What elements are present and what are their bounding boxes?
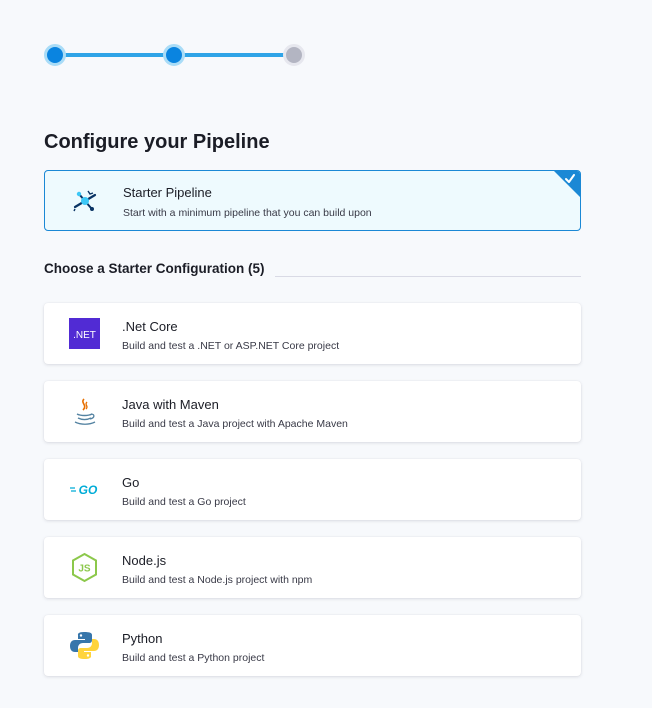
- svg-text:JS: JS: [78, 564, 91, 575]
- config-description: Build and test a Java project with Apach…: [122, 418, 348, 430]
- java-icon: [74, 398, 96, 425]
- dotnet-icon: .NET: [69, 318, 100, 349]
- stepper-line-1: [54, 53, 174, 57]
- config-description: Build and test a .NET or ASP.NET Core pr…: [122, 340, 340, 352]
- config-title: Go: [122, 475, 140, 490]
- starter-pipeline-title: Starter Pipeline: [123, 185, 212, 200]
- config-card-python[interactable]: Python Build and test a Python project: [44, 615, 581, 676]
- python-icon: [70, 632, 99, 659]
- config-card-nodejs[interactable]: JS Node.js Build and test a Node.js proj…: [44, 537, 581, 598]
- config-card-dotnet[interactable]: .NET .Net Core Build and test a .NET or …: [44, 303, 581, 364]
- svg-text:.NET: .NET: [73, 330, 96, 341]
- step-1-dot[interactable]: [44, 44, 66, 66]
- starter-pipeline-icon: [73, 190, 97, 212]
- go-icon: GO: [70, 483, 98, 497]
- config-description: Build and test a Node.js project with np…: [122, 574, 313, 586]
- svg-text:GO: GO: [79, 483, 98, 497]
- section-heading: Choose a Starter Configuration (5): [44, 261, 265, 276]
- config-title: Python: [122, 631, 163, 646]
- config-title: Java with Maven: [122, 397, 219, 412]
- starter-pipeline-card[interactable]: Starter Pipeline Start with a minimum pi…: [44, 170, 581, 231]
- config-description: Build and test a Python project: [122, 652, 265, 664]
- nodejs-icon: JS: [72, 552, 97, 583]
- config-description: Build and test a Go project: [122, 496, 246, 508]
- config-card-java-maven[interactable]: Java with Maven Build and test a Java pr…: [44, 381, 581, 442]
- step-2-dot[interactable]: [163, 44, 185, 66]
- config-title: .Net Core: [122, 319, 178, 334]
- step-3-dot: [283, 44, 305, 66]
- config-card-go[interactable]: GO Go Build and test a Go project: [44, 459, 581, 520]
- stepper-line-2: [174, 53, 294, 57]
- checkmark-icon: [565, 174, 575, 183]
- page-title: Configure your Pipeline: [44, 131, 270, 153]
- config-title: Node.js: [122, 553, 167, 568]
- starter-pipeline-description: Start with a minimum pipeline that you c…: [123, 207, 372, 219]
- progress-stepper: [44, 44, 306, 66]
- section-divider: [275, 276, 581, 277]
